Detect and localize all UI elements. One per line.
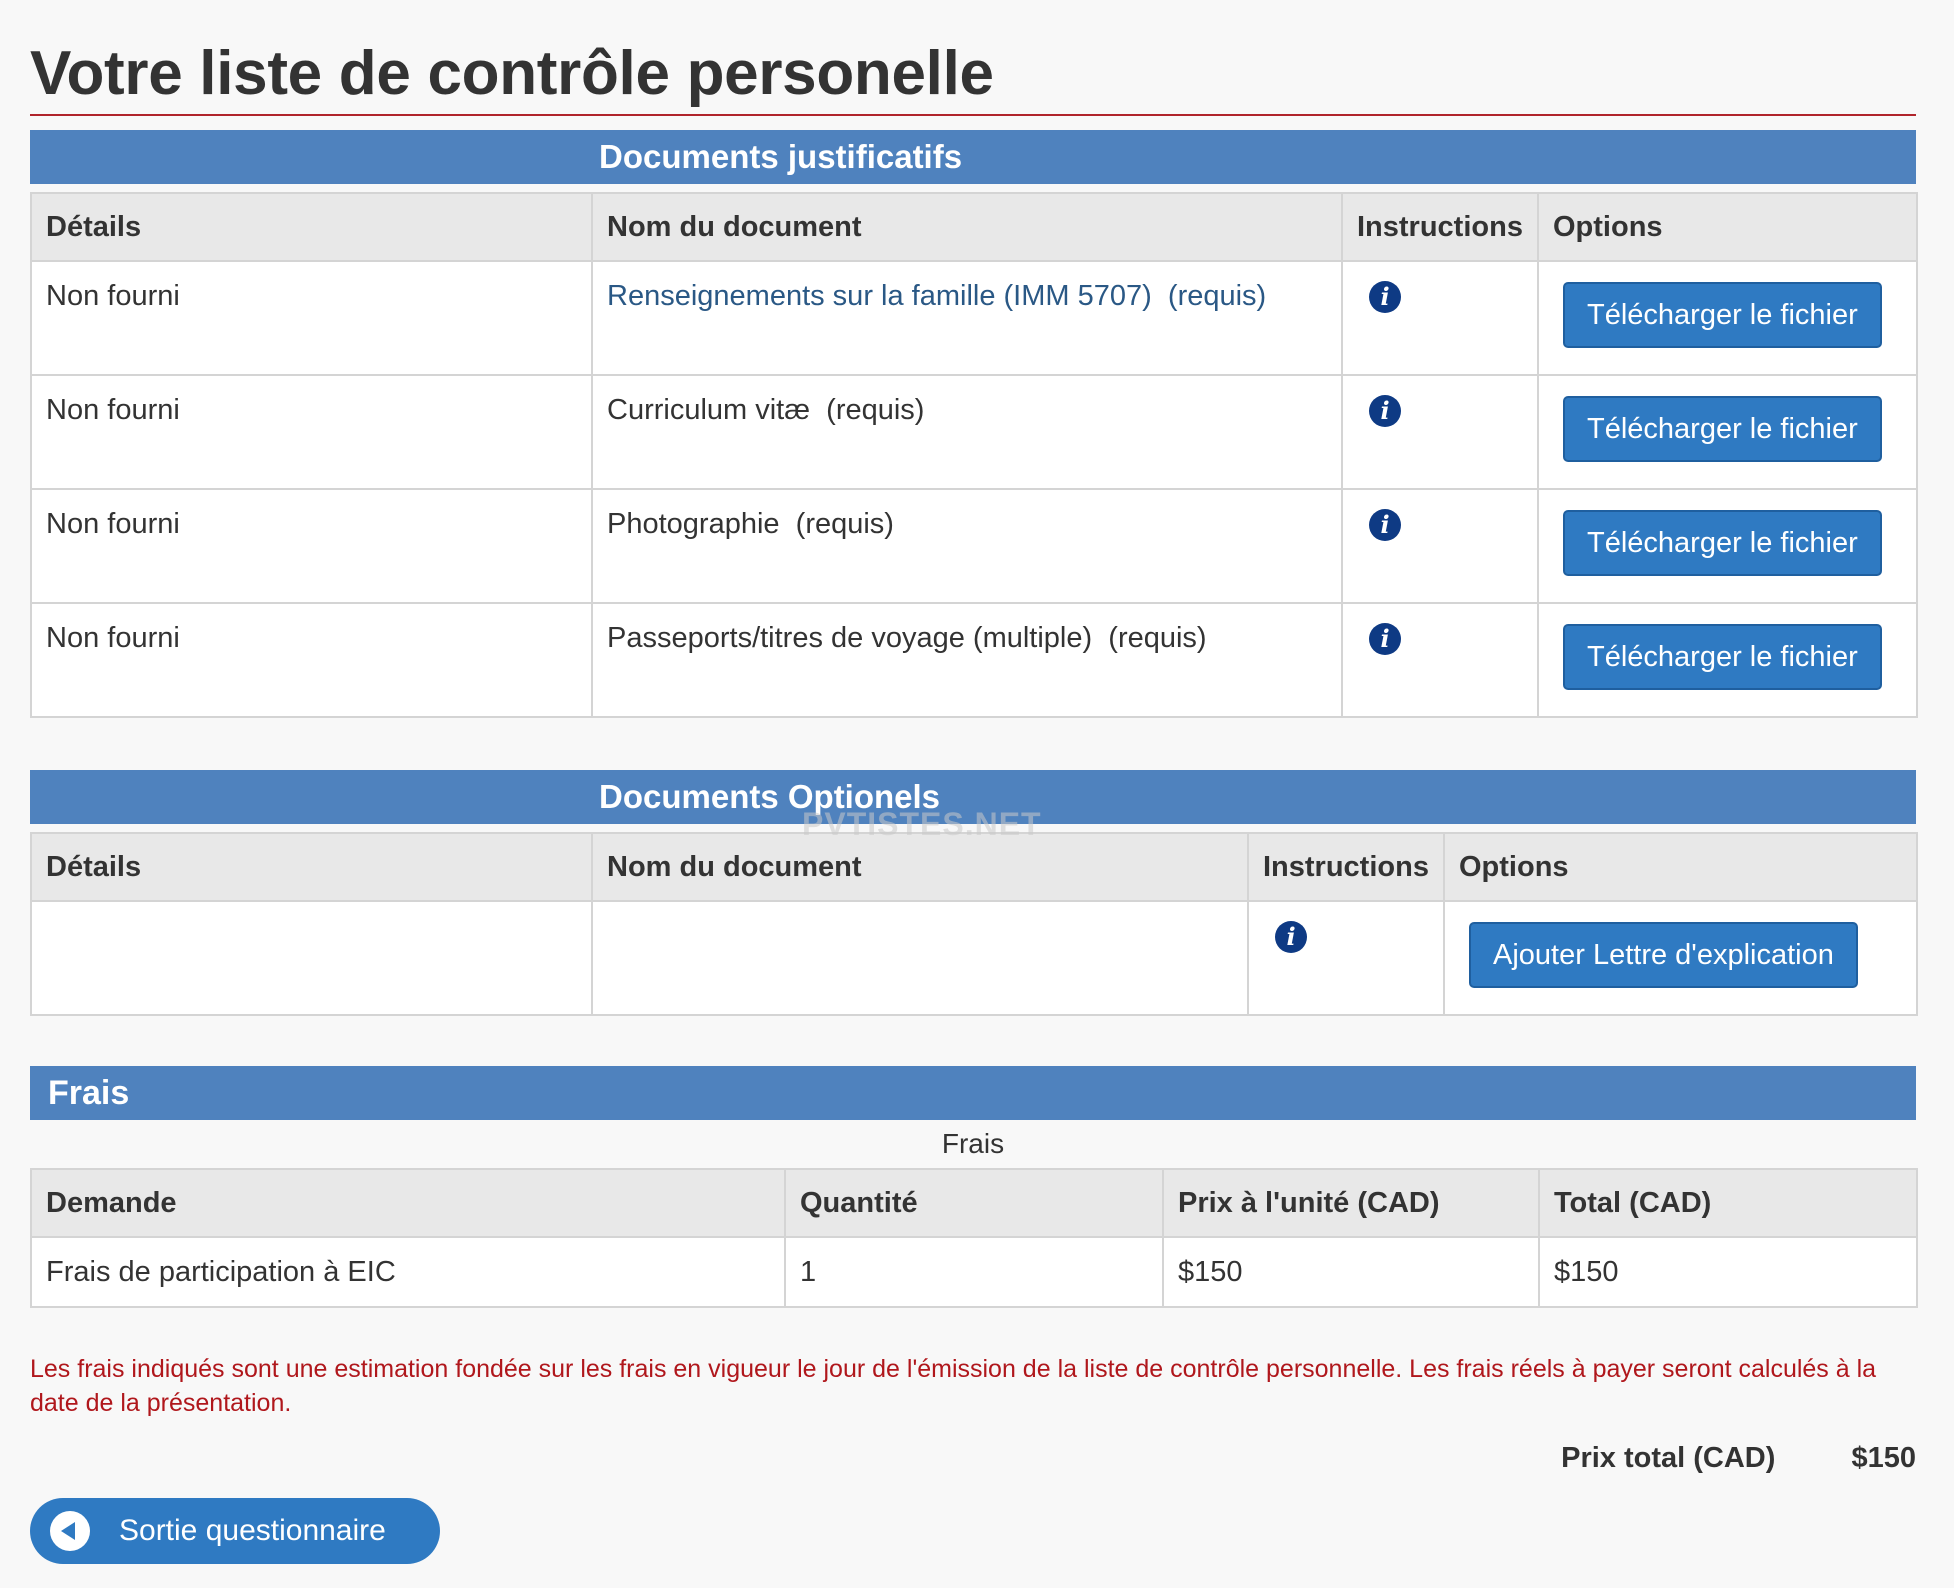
info-icon[interactable]: i bbox=[1369, 509, 1401, 541]
fee-total: $150 bbox=[1538, 1236, 1918, 1308]
column-header-options: Options bbox=[1443, 832, 1918, 902]
supporting-documents-table: Détails Nom du document Instructions Opt… bbox=[30, 192, 1918, 718]
fees-heading: Frais bbox=[30, 1066, 1916, 1120]
info-icon[interactable]: i bbox=[1369, 623, 1401, 655]
column-header-instructions: Instructions bbox=[1341, 192, 1539, 262]
grand-total: Prix total (CAD) $150 bbox=[30, 1442, 1916, 1475]
instructions-cell: i bbox=[1341, 374, 1539, 490]
fee-unit-price: $150 bbox=[1162, 1236, 1540, 1308]
options-cell: Ajouter Lettre d'explication bbox=[1443, 900, 1918, 1016]
column-header-quantity: Quantité bbox=[784, 1168, 1164, 1238]
document-name: Photographie bbox=[607, 508, 780, 540]
fees-section: Frais Frais Demande Quantité Prix à l'un… bbox=[30, 1066, 1918, 1475]
exit-questionnaire-label: Sortie questionnaire bbox=[119, 1514, 386, 1547]
table-row: Non fourni Curriculum vitæ (requis) i Té… bbox=[30, 374, 1918, 490]
table-row: i Ajouter Lettre d'explication bbox=[30, 900, 1918, 1016]
table-row: Non fourni Renseignements sur la famille… bbox=[30, 260, 1918, 376]
table-row: Frais de participation à EIC 1 $150 $150 bbox=[30, 1236, 1918, 1308]
table-header-row: Détails Nom du document Instructions Opt… bbox=[30, 192, 1918, 262]
document-status: Non fourni bbox=[30, 260, 593, 376]
supporting-documents-section: Documents justificatifs Détails Nom du d… bbox=[30, 130, 1918, 718]
table-header-row: Demande Quantité Prix à l'unité (CAD) To… bbox=[30, 1168, 1918, 1238]
checklist-page: Votre liste de contrôle personelle Docum… bbox=[30, 0, 1918, 1564]
table-row: Non fourni Passeports/titres de voyage (… bbox=[30, 602, 1918, 718]
grand-total-label: Prix total (CAD) bbox=[1561, 1442, 1776, 1474]
fee-request: Frais de participation à EIC bbox=[30, 1236, 786, 1308]
column-header-instructions: Instructions bbox=[1247, 832, 1445, 902]
column-header-unit-price: Prix à l'unité (CAD) bbox=[1162, 1168, 1540, 1238]
page-title: Votre liste de contrôle personelle bbox=[30, 0, 1916, 116]
grand-total-amount: $150 bbox=[1851, 1442, 1916, 1474]
fees-notice: Les frais indiqués sont une estimation f… bbox=[30, 1355, 1877, 1417]
instructions-cell: i bbox=[1341, 260, 1539, 376]
instructions-cell: i bbox=[1341, 602, 1539, 718]
add-explanation-letter-button[interactable]: Ajouter Lettre d'explication bbox=[1469, 922, 1858, 988]
upload-file-button[interactable]: Télécharger le fichier bbox=[1563, 510, 1882, 576]
options-cell: Télécharger le fichier bbox=[1537, 260, 1918, 376]
upload-file-button[interactable]: Télécharger le fichier bbox=[1563, 624, 1882, 690]
info-icon[interactable]: i bbox=[1369, 281, 1401, 313]
column-header-details: Détails bbox=[30, 832, 593, 902]
document-name: Passeports/titres de voyage (multiple) bbox=[607, 622, 1093, 654]
info-icon[interactable]: i bbox=[1275, 921, 1307, 953]
document-name-link[interactable]: Renseignements sur la famille (IMM 5707) bbox=[607, 280, 1152, 312]
fees-table-caption: Frais bbox=[941, 1128, 1005, 1159]
supporting-documents-heading: Documents justificatifs bbox=[30, 130, 1916, 184]
table-row: Non fourni Photographie (requis) i Téléc… bbox=[30, 488, 1918, 604]
options-cell: Télécharger le fichier bbox=[1537, 488, 1918, 604]
required-marker: (requis) bbox=[1108, 622, 1207, 654]
required-marker: (requis) bbox=[1167, 280, 1267, 312]
options-cell: Télécharger le fichier bbox=[1537, 602, 1918, 718]
document-name-cell: Curriculum vitæ (requis) bbox=[591, 374, 1343, 490]
document-name: Curriculum vitæ bbox=[607, 394, 811, 426]
document-status: Non fourni bbox=[30, 374, 593, 490]
required-marker: (requis) bbox=[795, 508, 894, 540]
column-header-total: Total (CAD) bbox=[1538, 1168, 1918, 1238]
required-marker: (requis) bbox=[826, 394, 925, 426]
document-status: Non fourni bbox=[30, 602, 593, 718]
column-header-request: Demande bbox=[30, 1168, 786, 1238]
document-status bbox=[30, 900, 593, 1016]
document-name-cell: Passeports/titres de voyage (multiple) (… bbox=[591, 602, 1343, 718]
optional-documents-section: Documents Optionels PVTISTES.NET Détails… bbox=[30, 770, 1918, 1016]
upload-file-button[interactable]: Télécharger le fichier bbox=[1563, 396, 1882, 462]
options-cell: Télécharger le fichier bbox=[1537, 374, 1918, 490]
upload-file-button[interactable]: Télécharger le fichier bbox=[1563, 282, 1882, 348]
info-icon[interactable]: i bbox=[1369, 395, 1401, 427]
column-header-options: Options bbox=[1537, 192, 1918, 262]
document-status: Non fourni bbox=[30, 488, 593, 604]
column-header-document-name: Nom du document bbox=[591, 192, 1343, 262]
back-arrow-icon bbox=[50, 1511, 90, 1551]
exit-questionnaire-button[interactable]: Sortie questionnaire bbox=[30, 1498, 440, 1564]
fee-quantity: 1 bbox=[784, 1236, 1164, 1308]
table-header-row: Détails Nom du document Instructions Opt… bbox=[30, 832, 1918, 902]
instructions-cell: i bbox=[1341, 488, 1539, 604]
document-name-cell: Renseignements sur la famille (IMM 5707)… bbox=[591, 260, 1343, 376]
document-name-cell: Photographie (requis) bbox=[591, 488, 1343, 604]
instructions-cell: i bbox=[1247, 900, 1445, 1016]
column-header-details: Détails bbox=[30, 192, 593, 262]
document-name bbox=[591, 900, 1249, 1016]
column-header-document-name: Nom du document bbox=[591, 832, 1249, 902]
watermark: PVTISTES.NET bbox=[802, 806, 1042, 842]
fees-table: Demande Quantité Prix à l'unité (CAD) To… bbox=[30, 1168, 1918, 1308]
optional-documents-table: Détails Nom du document Instructions Opt… bbox=[30, 832, 1918, 1016]
